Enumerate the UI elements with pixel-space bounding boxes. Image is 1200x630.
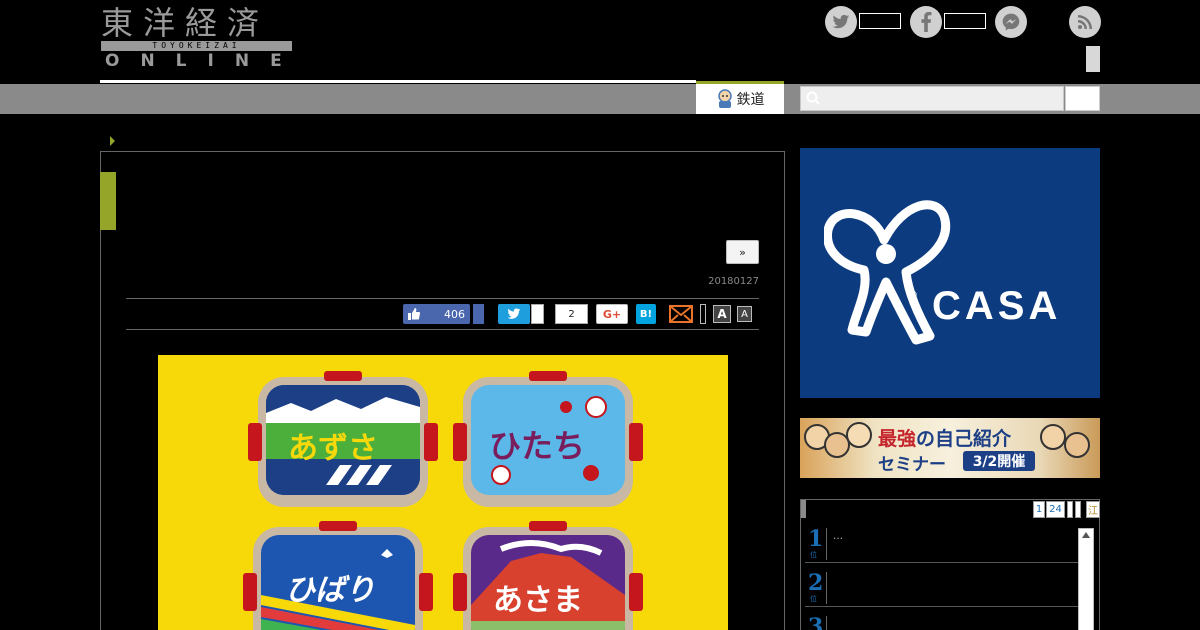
facebook-icon[interactable]: [910, 6, 942, 38]
like-count: 406: [444, 307, 465, 321]
share-divider-top: [126, 298, 759, 299]
casa-registered-mark: ®: [908, 290, 918, 301]
header-side-button[interactable]: [1086, 46, 1100, 72]
lunchbox-hibari: ひばり: [243, 521, 433, 630]
article-photo: あずさ ひたち ひばり あさま: [158, 355, 728, 630]
messenger-icon[interactable]: [995, 6, 1027, 38]
print-button[interactable]: [700, 304, 706, 324]
ranking-tab-week[interactable]: [1067, 501, 1073, 518]
facebook-share-button[interactable]: [473, 304, 484, 324]
twitter-count: [859, 13, 901, 29]
search-button[interactable]: [1065, 86, 1100, 111]
thumbs-up-icon: [408, 308, 420, 320]
ranking-unit: 位: [810, 551, 817, 559]
facebook-like-button[interactable]: 406: [403, 304, 470, 324]
share-divider-bottom: [126, 329, 759, 330]
logo-kanji: 東洋経済: [101, 4, 270, 42]
casa-ad-banner[interactable]: ® CASA: [800, 148, 1100, 398]
twitter-icon[interactable]: [825, 6, 857, 38]
lunchbox-label-hibari: ひばり: [285, 573, 375, 608]
ranking-header-marker: [801, 500, 806, 518]
tweet-button[interactable]: [498, 304, 530, 324]
tab-railway[interactable]: 鉄道: [696, 81, 784, 114]
ranking-title: …: [833, 531, 843, 542]
tweet-count: [531, 304, 544, 324]
lunchbox-asama: あさま: [453, 521, 643, 630]
tab-railway-label: 鉄道: [736, 92, 765, 108]
facebook-count: [944, 13, 986, 29]
article-date: 20180127: [708, 276, 759, 287]
ranking-number: 3: [808, 614, 824, 630]
illustration-face: [1040, 424, 1066, 450]
search-icon: [806, 91, 820, 105]
illustration-face: [1064, 432, 1090, 458]
ranking-tab-month[interactable]: [1075, 501, 1081, 518]
seminar-ad-banner[interactable]: 最強の自己紹介 セミナー 3/2開催: [800, 418, 1100, 478]
lunchbox-label-hitachi: ひたち: [489, 427, 586, 465]
google-plus-button[interactable]: G+: [596, 304, 628, 324]
ranking-tab-more[interactable]: 江: [1086, 501, 1100, 518]
mail-share-button[interactable]: [668, 304, 693, 324]
casa-wordmark: CASA: [932, 284, 1062, 328]
line-share-count[interactable]: 2: [555, 304, 588, 324]
scroll-up-arrow-icon[interactable]: [1082, 532, 1090, 538]
ranking-item[interactable]: 1 位 …: [805, 525, 1078, 563]
rss-icon[interactable]: [1069, 6, 1101, 38]
search-input[interactable]: [800, 86, 1064, 111]
seminar-date-tag: 3/2開催: [963, 451, 1035, 471]
lunchbox-azusa: あずさ: [248, 371, 438, 507]
lunchbox-hitachi: ひたち: [453, 371, 643, 507]
ranking-scrollbar[interactable]: [1078, 528, 1094, 630]
illustration-face: [846, 422, 872, 448]
header-divider: [100, 80, 696, 83]
lunchbox-label-azusa: あずさ: [288, 431, 378, 466]
ranking-tab-1h[interactable]: 1: [1033, 501, 1045, 518]
ranking-item[interactable]: 2 位: [805, 569, 1078, 607]
logo-online: ONLINE: [105, 51, 303, 71]
ranking-number: 1: [808, 526, 824, 552]
title-marker: [100, 172, 116, 230]
font-size-large-button[interactable]: A: [713, 305, 731, 323]
hatena-bookmark-button[interactable]: B!: [636, 304, 656, 324]
ranking-list: 1 位 … 2 位 3 位: [805, 525, 1078, 630]
mail-icon: [668, 305, 693, 323]
ranking-item[interactable]: 3 位: [805, 613, 1078, 630]
lunchbox-label-asama: あさま: [493, 583, 583, 618]
logo-roman: TOYOKEIZAI: [152, 41, 241, 50]
twitter-icon: [507, 308, 521, 319]
font-size-small-button[interactable]: A: [737, 306, 752, 322]
seminar-headline: 最強の自己紹介: [878, 428, 1012, 450]
breadcrumb-arrow-icon: [110, 136, 115, 146]
site-logo[interactable]: 東洋経済 TOYOKEIZAI ONLINE: [101, 6, 293, 70]
ranking-number: 2: [808, 570, 824, 596]
seminar-subhead: セミナー: [878, 455, 946, 475]
ranking-unit: 位: [810, 595, 817, 603]
railway-mascot-icon: [717, 89, 732, 108]
next-page-button[interactable]: »: [726, 240, 759, 264]
ranking-tab-24h[interactable]: 24: [1046, 501, 1065, 518]
